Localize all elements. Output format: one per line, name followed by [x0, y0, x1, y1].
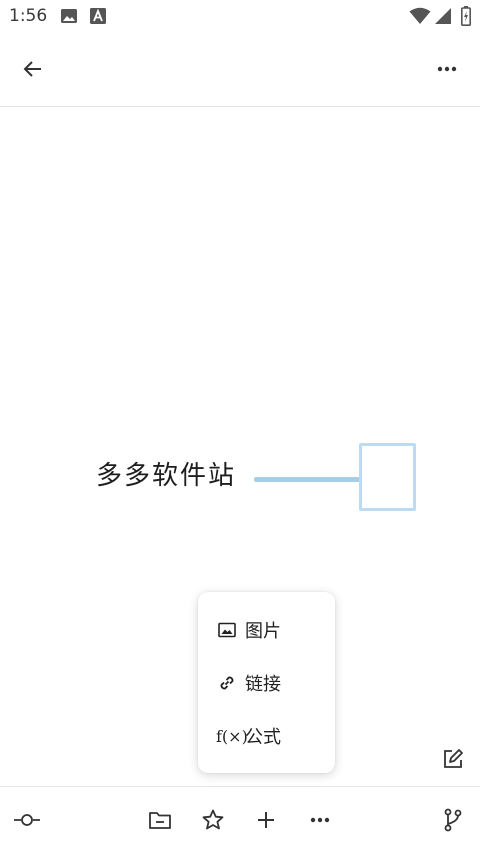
- bottom-toolbar: [0, 786, 480, 854]
- star-icon: [201, 808, 225, 832]
- back-button[interactable]: [11, 47, 55, 91]
- collapse-button[interactable]: [138, 798, 182, 842]
- node-connector: [254, 477, 360, 482]
- formula-icon-text: f(×): [216, 726, 248, 746]
- image-icon: [217, 620, 237, 640]
- image-icon: [60, 8, 78, 29]
- more-horizontal-icon: [310, 817, 330, 823]
- mindmap-root-node[interactable]: 多多软件站: [96, 455, 236, 492]
- menu-item-formula[interactable]: f(×) 公式: [198, 714, 335, 758]
- menu-item-link[interactable]: 链接: [198, 661, 335, 705]
- battery-charging-icon: [461, 6, 471, 31]
- favorite-button[interactable]: [191, 798, 235, 842]
- new-child-node[interactable]: [359, 443, 416, 511]
- add-button[interactable]: [244, 798, 288, 842]
- toolbar-more-button[interactable]: [298, 798, 342, 842]
- formula-icon: f(×): [216, 726, 248, 746]
- more-horizontal-icon: [437, 66, 457, 72]
- link-icon: [217, 673, 237, 693]
- arrow-left-icon: [22, 58, 44, 80]
- accessibility-a-icon: [90, 8, 106, 29]
- app-bar: [0, 34, 480, 107]
- commit-node-icon: [13, 813, 41, 827]
- branch-button[interactable]: [431, 798, 475, 842]
- signal-icon: [434, 7, 452, 30]
- more-options-button[interactable]: [425, 47, 469, 91]
- wifi-icon: [409, 7, 431, 30]
- edit-icon: [442, 748, 464, 770]
- menu-item-label: 链接: [245, 674, 281, 695]
- menu-item-image[interactable]: 图片: [198, 608, 335, 652]
- status-time: 1:56: [9, 6, 48, 26]
- menu-item-label: 公式: [245, 727, 281, 748]
- branch-icon: [443, 808, 463, 832]
- plus-icon: [256, 810, 276, 830]
- insert-menu: 图片 链接 f(×) 公式: [198, 592, 335, 773]
- folder-minus-icon: [148, 810, 172, 830]
- node-style-button[interactable]: [5, 798, 49, 842]
- menu-item-label: 图片: [245, 621, 281, 642]
- status-bar: 1:56: [0, 0, 480, 34]
- edit-button[interactable]: [431, 737, 475, 781]
